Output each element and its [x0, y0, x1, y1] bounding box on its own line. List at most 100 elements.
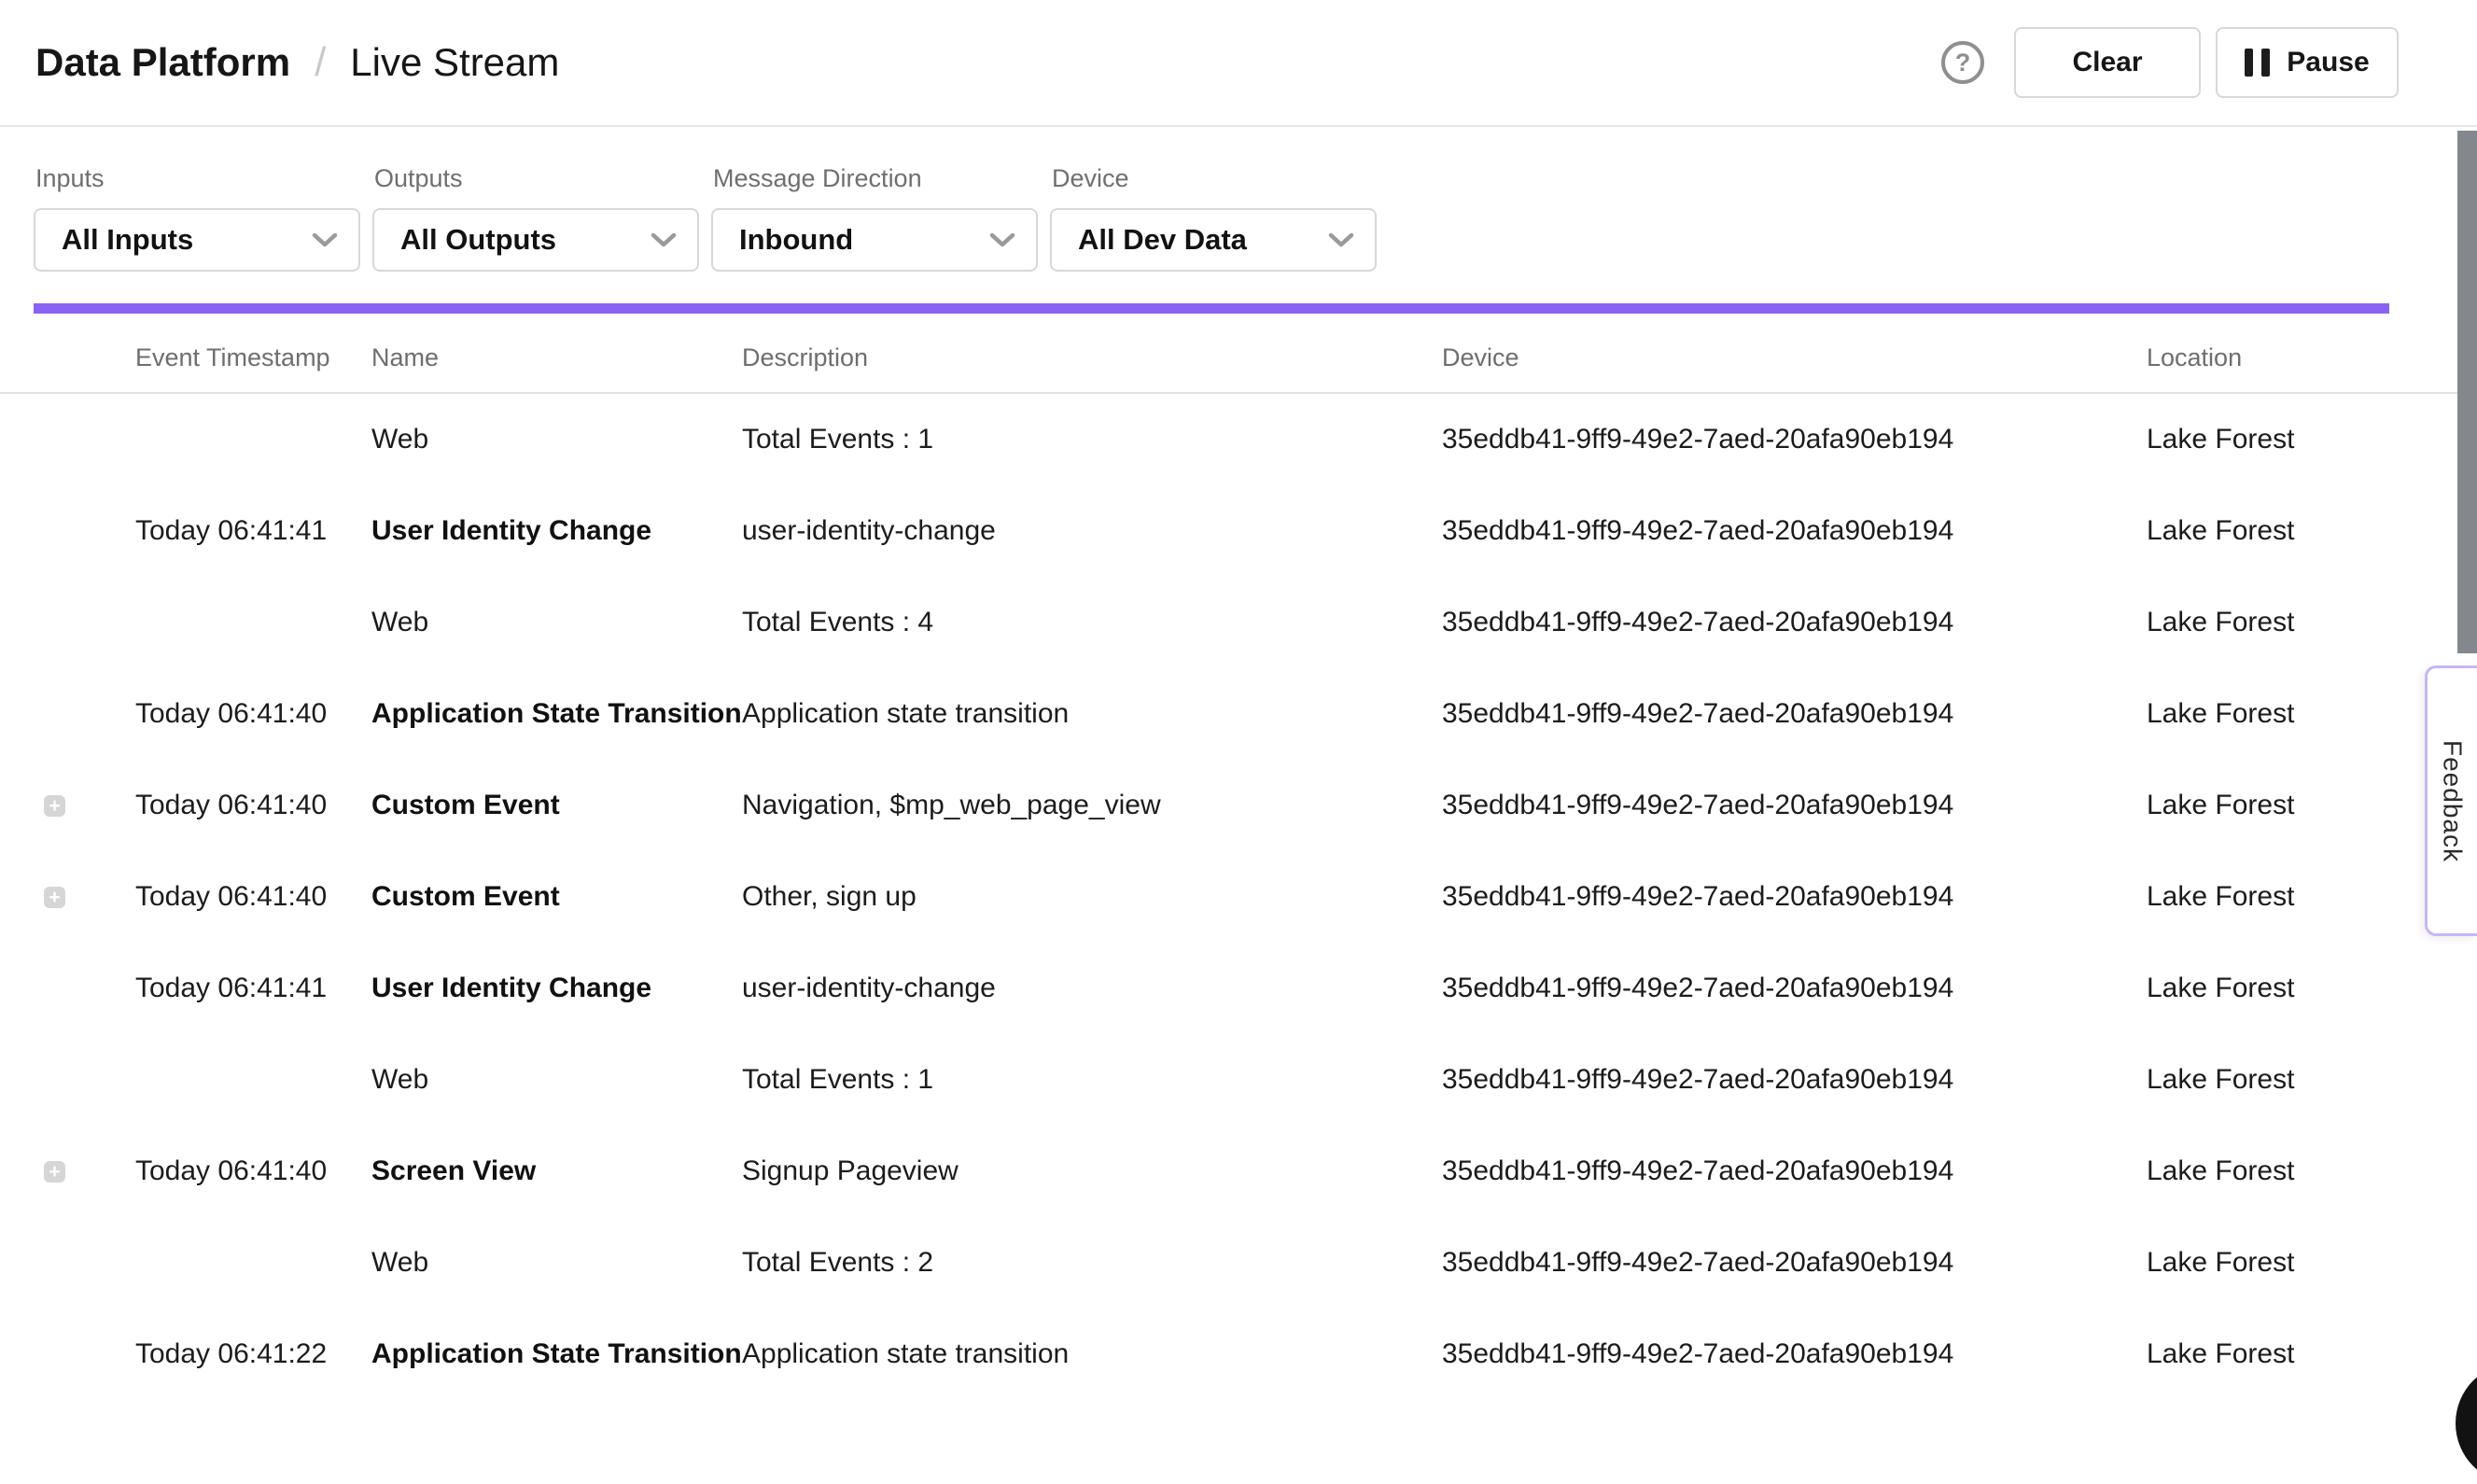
event-table-body: Web Total Events : 1 35eddb41-9ff9-49e2-… — [0, 394, 2477, 1400]
clear-button-label: Clear — [2072, 47, 2142, 78]
clear-button[interactable]: Clear — [2014, 27, 2201, 98]
filter-inputs-select[interactable]: All Inputs — [34, 208, 360, 272]
row-expand-cell: + — [0, 1161, 135, 1183]
row-location: Lake Forest — [2147, 607, 2477, 638]
row-name: Web — [371, 424, 742, 455]
row-location: Lake Forest — [2147, 1247, 2477, 1279]
filter-device-value: All Dev Data — [1078, 223, 1247, 257]
expand-plus-icon[interactable]: + — [44, 887, 65, 908]
filter-message-direction-select[interactable]: Inbound — [711, 208, 1038, 272]
row-device-id: 35eddb41-9ff9-49e2-7aed-20afa90eb194 — [1442, 881, 2147, 913]
page-title: Live Stream — [350, 40, 559, 85]
breadcrumb: Data Platform / Live Stream — [35, 39, 559, 86]
table-row[interactable]: Today 06:41:41 User Identity Change user… — [0, 485, 2477, 577]
row-event-timestamp: Today 06:41:40 — [135, 790, 371, 821]
table-row[interactable]: + Today 06:41:40 Screen View Signup Page… — [0, 1126, 2477, 1217]
row-event-timestamp: Today 06:41:41 — [135, 973, 371, 1004]
help-icon-glyph: ? — [1955, 49, 1971, 77]
breadcrumb-separator: / — [315, 39, 326, 86]
table-row[interactable]: Web Total Events : 1 35eddb41-9ff9-49e2-… — [0, 394, 2477, 485]
column-header-name: Name — [371, 343, 742, 372]
chevron-down-icon — [312, 232, 338, 248]
row-name: Application State Transition — [371, 698, 742, 730]
row-description: Application state transition — [742, 698, 1442, 730]
filter-device-select[interactable]: All Dev Data — [1050, 208, 1377, 272]
row-location: Lake Forest — [2147, 1155, 2477, 1187]
filter-device-label: Device — [1052, 164, 1377, 193]
filter-inputs-value: All Inputs — [62, 223, 193, 257]
row-name: Web — [371, 607, 742, 638]
row-name: User Identity Change — [371, 973, 742, 1004]
column-header-device: Device — [1442, 343, 2147, 372]
chevron-down-icon — [1328, 232, 1354, 248]
row-device-id: 35eddb41-9ff9-49e2-7aed-20afa90eb194 — [1442, 1338, 2147, 1370]
table-row[interactable]: + Today 06:41:40 Custom Event Navigation… — [0, 760, 2477, 851]
pause-button[interactable]: Pause — [2216, 27, 2399, 98]
filter-outputs-select[interactable]: All Outputs — [372, 208, 699, 272]
row-description: Navigation, $mp_web_page_view — [742, 790, 1442, 821]
row-name: Custom Event — [371, 790, 742, 821]
table-row[interactable]: Web Total Events : 2 35eddb41-9ff9-49e2-… — [0, 1217, 2477, 1309]
help-icon[interactable]: ? — [1941, 41, 1984, 84]
breadcrumb-section[interactable]: Data Platform — [35, 40, 290, 85]
row-event-timestamp: Today 06:41:40 — [135, 881, 371, 913]
filter-bar: Inputs All Inputs Outputs All Outputs Me… — [0, 127, 2477, 272]
row-description: user-identity-change — [742, 515, 1442, 547]
row-description: user-identity-change — [742, 973, 1442, 1004]
table-row[interactable]: Today 06:41:41 User Identity Change user… — [0, 943, 2477, 1034]
table-row[interactable]: Web Total Events : 4 35eddb41-9ff9-49e2-… — [0, 577, 2477, 668]
table-row[interactable]: Today 06:41:22 Application State Transit… — [0, 1309, 2477, 1400]
filter-outputs-value: All Outputs — [400, 223, 556, 257]
row-location: Lake Forest — [2147, 1064, 2477, 1096]
chevron-down-icon — [651, 232, 677, 248]
row-event-timestamp: Today 06:41:40 — [135, 1155, 371, 1187]
filter-device: Device All Dev Data — [1050, 164, 1377, 272]
row-description: Total Events : 4 — [742, 607, 1442, 638]
row-name: Custom Event — [371, 881, 742, 913]
row-device-id: 35eddb41-9ff9-49e2-7aed-20afa90eb194 — [1442, 424, 2147, 455]
table-row[interactable]: Web Total Events : 1 35eddb41-9ff9-49e2-… — [0, 1034, 2477, 1126]
filter-message-direction-value: Inbound — [739, 223, 853, 257]
row-location: Lake Forest — [2147, 973, 2477, 1004]
column-header-location: Location — [2147, 343, 2477, 372]
vertical-scrollbar[interactable] — [2457, 131, 2477, 653]
column-header-event-timestamp: Event Timestamp — [135, 343, 371, 372]
live-stream-table: Event Timestamp Name Description Device … — [0, 314, 2477, 1400]
row-description: Other, sign up — [742, 881, 1442, 913]
row-expand-cell: + — [0, 795, 135, 817]
filter-outputs: Outputs All Outputs — [372, 164, 699, 272]
chevron-down-icon — [989, 232, 1015, 248]
feedback-tab[interactable]: Feedback — [2425, 665, 2477, 936]
accent-divider — [34, 303, 2389, 314]
row-name: User Identity Change — [371, 515, 742, 547]
filter-message-direction: Message Direction Inbound — [711, 164, 1038, 272]
row-device-id: 35eddb41-9ff9-49e2-7aed-20afa90eb194 — [1442, 1064, 2147, 1096]
pause-button-label: Pause — [2287, 47, 2369, 78]
row-name: Screen View — [371, 1155, 742, 1187]
row-event-timestamp: Today 06:41:41 — [135, 515, 371, 547]
table-header-row: Event Timestamp Name Description Device … — [0, 314, 2477, 394]
row-description: Application state transition — [742, 1338, 1442, 1370]
row-location: Lake Forest — [2147, 1338, 2477, 1370]
filter-inputs-label: Inputs — [35, 164, 360, 193]
row-device-id: 35eddb41-9ff9-49e2-7aed-20afa90eb194 — [1442, 698, 2147, 730]
row-location: Lake Forest — [2147, 424, 2477, 455]
row-name: Web — [371, 1064, 742, 1096]
row-expand-cell: + — [0, 887, 135, 908]
table-row[interactable]: + Today 06:41:40 Custom Event Other, sig… — [0, 851, 2477, 943]
table-row[interactable]: Today 06:41:40 Application State Transit… — [0, 668, 2477, 760]
expand-plus-icon[interactable]: + — [44, 795, 65, 817]
row-name: Application State Transition — [371, 1338, 742, 1370]
row-device-id: 35eddb41-9ff9-49e2-7aed-20afa90eb194 — [1442, 515, 2147, 547]
row-device-id: 35eddb41-9ff9-49e2-7aed-20afa90eb194 — [1442, 1155, 2147, 1187]
filter-inputs: Inputs All Inputs — [34, 164, 360, 272]
row-description: Total Events : 2 — [742, 1247, 1442, 1279]
expand-plus-icon[interactable]: + — [44, 1161, 65, 1183]
filter-message-direction-label: Message Direction — [713, 164, 1038, 193]
feedback-tab-label: Feedback — [2438, 740, 2468, 862]
filter-outputs-label: Outputs — [374, 164, 699, 193]
page-header: Data Platform / Live Stream ? Clear Paus… — [0, 0, 2477, 127]
row-location: Lake Forest — [2147, 515, 2477, 547]
row-event-timestamp: Today 06:41:22 — [135, 1338, 371, 1370]
row-device-id: 35eddb41-9ff9-49e2-7aed-20afa90eb194 — [1442, 790, 2147, 821]
